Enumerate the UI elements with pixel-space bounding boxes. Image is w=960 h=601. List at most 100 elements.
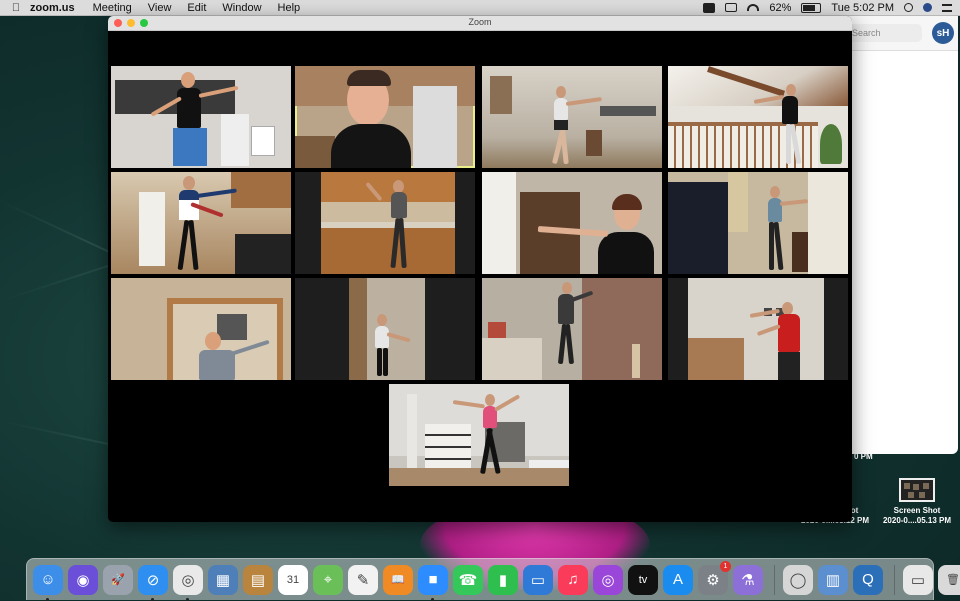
menu-edit[interactable]: Edit: [187, 2, 206, 14]
keynote-glyph: ▭: [530, 571, 546, 589]
disk-utility-icon[interactable]: ◯: [783, 564, 813, 595]
facetime-icon[interactable]: ☎: [453, 564, 483, 595]
participant-video-4[interactable]: [668, 66, 848, 168]
zoom-glyph: ■: [428, 571, 438, 588]
dock: ☺ ◉ 🚀 ⊘ ◎ ▦ ▤ 31 ⌖ ✎ 📖 ■ ☎ ▮ ▭ ♫ ◎ tv A ⚙ 1 ⚗ ◯ ▥ Q ▭ 🗑: [26, 558, 960, 601]
notes-book-icon[interactable]: ▤: [243, 564, 273, 595]
battery-percent[interactable]: 62%: [769, 2, 791, 14]
running-indicator: [431, 597, 434, 601]
menu-window[interactable]: Window: [222, 2, 261, 14]
window-title-bar[interactable]: Zoom: [108, 16, 852, 31]
keynote-icon[interactable]: ▭: [523, 564, 553, 595]
menu-view[interactable]: View: [148, 2, 172, 14]
background-window[interactable]: Search sH: [840, 16, 958, 454]
participant-video-12[interactable]: [668, 278, 848, 380]
books-glyph: 📖: [391, 574, 405, 586]
airplay-icon[interactable]: [725, 3, 738, 12]
zoom-window[interactable]: Zoom: [108, 16, 852, 522]
numbers-glyph: ▮: [498, 571, 508, 589]
menu-clock[interactable]: Tue 5:02 PM: [831, 2, 894, 14]
downloads-stack-glyph: ▭: [910, 571, 926, 589]
quicktime-glyph: Q: [862, 571, 874, 588]
preview-glyph: ▦: [215, 571, 231, 589]
user-icon[interactable]: [923, 3, 932, 12]
downloads-stack-icon[interactable]: ▭: [903, 564, 933, 595]
maps-glyph: ⌖: [323, 571, 333, 588]
file-date: 2020-0....05.13 PM: [882, 516, 952, 525]
facetime-glyph: ☎: [458, 571, 478, 589]
safari-glyph: ⊘: [146, 571, 160, 589]
siri-glyph: ◉: [76, 571, 90, 589]
trash-icon[interactable]: 🗑: [938, 564, 960, 595]
finder-glyph: ☺: [40, 571, 56, 588]
system-preferences-icon[interactable]: ⚙ 1: [698, 560, 731, 595]
participant-video-3[interactable]: [482, 66, 662, 168]
textedit-icon[interactable]: ✎: [348, 564, 378, 595]
file-name: Screen Shot: [893, 506, 941, 515]
status-area: 62% Tue 5:02 PM: [703, 0, 952, 15]
window-title: Zoom: [468, 17, 492, 27]
menu-meeting[interactable]: Meeting: [93, 2, 132, 14]
disk-utility-glyph: ◯: [789, 571, 807, 589]
music-glyph: ♫: [567, 571, 579, 588]
search-input[interactable]: Search: [844, 24, 922, 42]
photos-folder-icon[interactable]: ▥: [818, 564, 848, 595]
music-icon[interactable]: ♫: [558, 564, 588, 595]
wifi-icon[interactable]: [747, 4, 760, 11]
apple-menu-icon[interactable]: : [10, 2, 22, 14]
podcasts-icon[interactable]: ◎: [593, 564, 623, 595]
notification-center-icon[interactable]: [942, 3, 952, 12]
participant-video-10[interactable]: [295, 278, 475, 380]
running-indicator: [151, 597, 154, 601]
menu-help[interactable]: Help: [278, 2, 301, 14]
preview-icon[interactable]: ▦: [208, 564, 238, 595]
spotlight-icon[interactable]: [904, 3, 913, 12]
app-menu[interactable]: zoom.us: [30, 2, 75, 14]
quicktime-icon[interactable]: Q: [853, 564, 883, 595]
notification-badge: 1: [720, 560, 731, 572]
system-preferences-glyph: ⚙: [706, 571, 720, 589]
safari-icon[interactable]: ⊘: [138, 564, 168, 601]
desktop-file[interactable]: Screen Shot 2020-0....05.13 PM: [876, 478, 958, 526]
participant-video-8[interactable]: [668, 172, 848, 274]
maps-icon[interactable]: ⌖: [313, 564, 343, 595]
chrome-glyph: ◎: [181, 571, 195, 589]
photos-folder-glyph: ▥: [825, 571, 841, 589]
launchpad-glyph: 🚀: [111, 574, 125, 586]
participant-video-2[interactable]: [295, 66, 475, 168]
app-store-glyph: A: [672, 571, 683, 588]
finder-icon[interactable]: ☺: [33, 564, 63, 601]
trash-glyph: 🗑: [946, 574, 960, 586]
participant-video-9[interactable]: [111, 278, 291, 380]
participant-video-11[interactable]: [482, 278, 662, 380]
podcasts-glyph: ◎: [601, 571, 615, 589]
chrome-icon[interactable]: ◎: [173, 564, 203, 601]
dock-separator: [774, 564, 775, 595]
apple-tv-glyph: tv: [638, 573, 648, 586]
menu-bar:  zoom.us Meeting View Edit Window Help …: [0, 0, 960, 16]
books-icon[interactable]: 📖: [383, 564, 413, 595]
notes-book-glyph: ▤: [250, 571, 266, 589]
textedit-glyph: ✎: [356, 571, 370, 589]
desktop-file-partial-time: 0 PM: [854, 452, 873, 461]
participant-video-7[interactable]: [482, 172, 662, 274]
battery-icon[interactable]: [801, 2, 822, 13]
running-indicator: [186, 597, 189, 601]
launchpad-icon[interactable]: 🚀: [103, 564, 133, 595]
profile-avatar[interactable]: sH: [932, 22, 954, 44]
participant-video-5[interactable]: [111, 172, 291, 274]
app-store-icon[interactable]: A: [663, 564, 693, 595]
calendar-icon[interactable]: 31: [278, 564, 308, 595]
participant-video-1[interactable]: [111, 66, 291, 168]
running-indicator: [46, 597, 49, 601]
participant-video-13[interactable]: [389, 384, 569, 486]
numbers-icon[interactable]: ▮: [488, 564, 518, 595]
flask-app-icon[interactable]: ⚗: [733, 564, 763, 595]
apple-tv-icon[interactable]: tv: [628, 564, 658, 595]
zoom-icon[interactable]: ■: [418, 564, 448, 601]
calendar-glyph: 31: [286, 573, 300, 586]
siri-icon[interactable]: ◉: [68, 564, 98, 595]
participant-video-6[interactable]: [295, 172, 475, 274]
flask-app-glyph: ⚗: [741, 571, 755, 589]
zoom-status-icon[interactable]: [703, 2, 716, 13]
